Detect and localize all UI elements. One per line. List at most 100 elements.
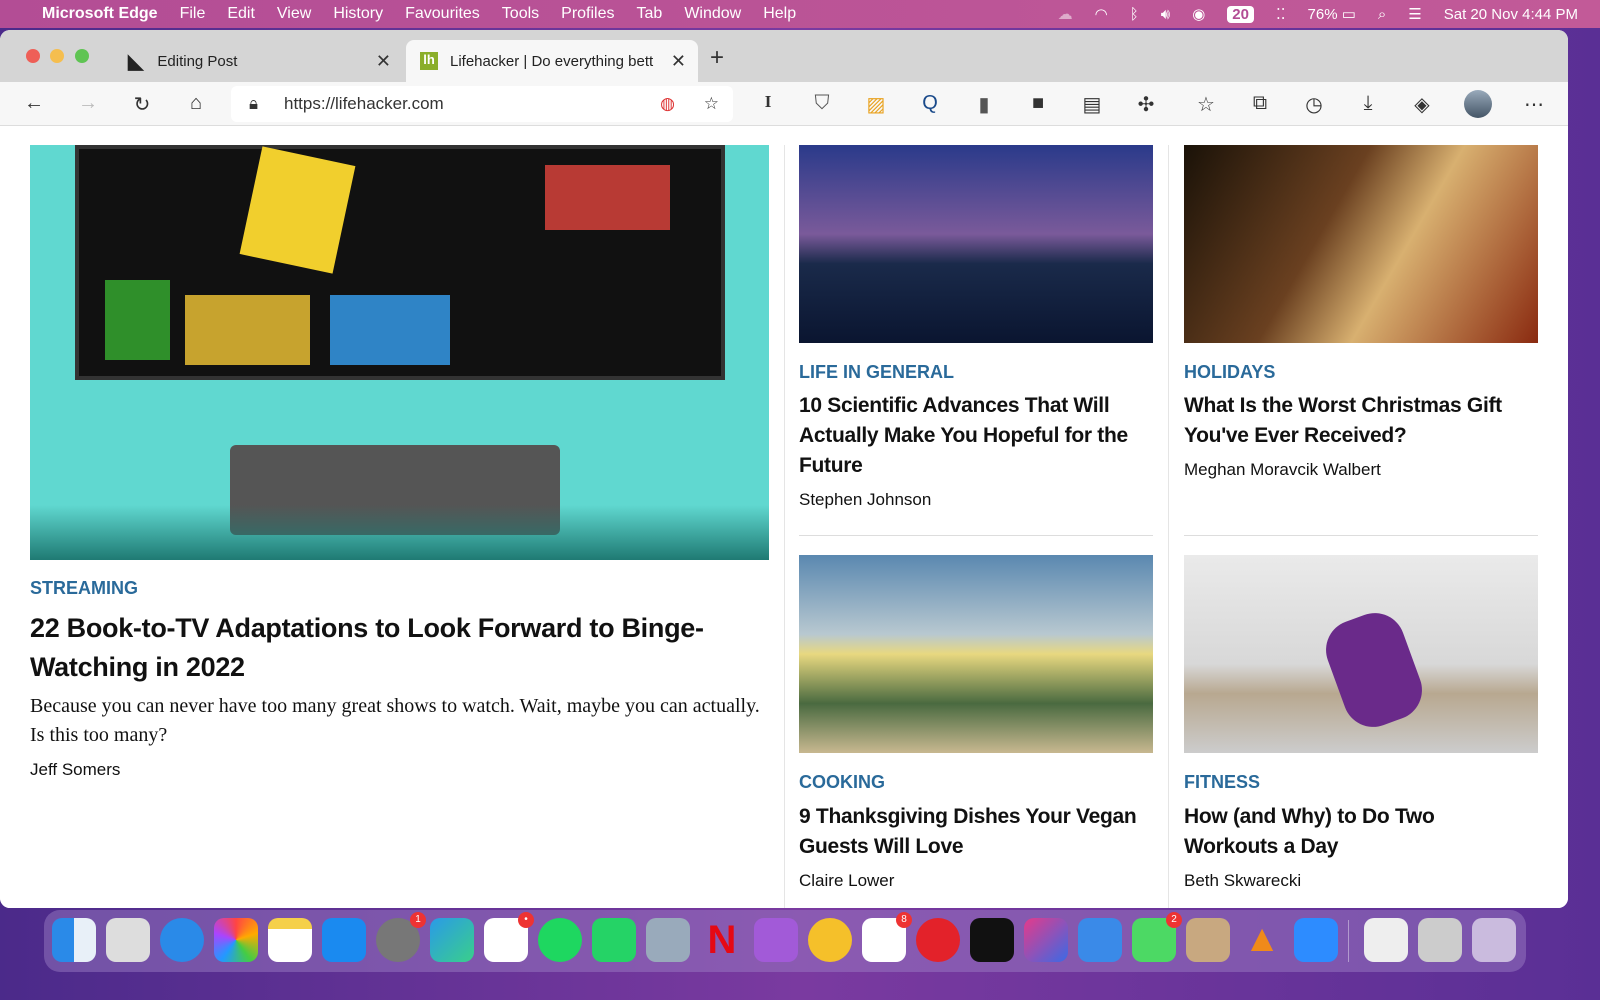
- superstar-icon[interactable]: [808, 918, 852, 962]
- slack-icon[interactable]: •: [484, 912, 534, 962]
- whatsapp-icon[interactable]: [592, 918, 636, 962]
- dots-icon[interactable]: ⁚⁚: [1276, 5, 1286, 23]
- bluetooth-icon[interactable]: ᛒ: [1130, 6, 1139, 23]
- back-icon[interactable]: ←: [22, 92, 46, 115]
- new-tab-button[interactable]: +: [710, 44, 724, 72]
- vlc-icon[interactable]: ▲: [1240, 918, 1284, 962]
- clock[interactable]: Sat 20 Nov 4:44 PM: [1444, 6, 1578, 23]
- close-tab-icon[interactable]: ✕: [376, 51, 391, 72]
- performance-icon[interactable]: ◈: [1410, 92, 1434, 117]
- article-headline[interactable]: How (and Why) to Do Two Workouts a Day: [1184, 802, 1534, 862]
- finder-icon[interactable]: [52, 918, 96, 962]
- article-headline[interactable]: What Is the Worst Christmas Gift You've …: [1184, 391, 1524, 451]
- bitwarden-icon[interactable]: ▮: [972, 92, 996, 117]
- menu-file[interactable]: File: [180, 5, 206, 23]
- edge-icon[interactable]: [430, 918, 474, 962]
- netflix-icon[interactable]: N: [700, 918, 744, 962]
- downloads-stack-icon[interactable]: [1364, 918, 1408, 962]
- menu-window[interactable]: Window: [684, 5, 741, 23]
- preview-icon[interactable]: [646, 918, 690, 962]
- color-picker-icon[interactable]: ▨: [864, 92, 888, 117]
- feedback-icon[interactable]: [754, 918, 798, 962]
- instapaper-icon[interactable]: I: [756, 92, 780, 112]
- user-icon[interactable]: ◉: [1192, 5, 1205, 23]
- article-author[interactable]: Claire Lower: [799, 871, 894, 891]
- battery-status[interactable]: 76% ▭: [1308, 5, 1356, 23]
- spotify-icon[interactable]: [538, 918, 582, 962]
- volume-icon[interactable]: 🔊︎: [1161, 6, 1170, 23]
- ublock-icon[interactable]: ⛉: [810, 92, 834, 115]
- search-extension-icon[interactable]: Q: [918, 92, 942, 115]
- article-category-link[interactable]: LIFE IN GENERAL: [799, 362, 954, 383]
- menu-tab[interactable]: Tab: [637, 5, 663, 23]
- messages-icon[interactable]: 2: [1132, 912, 1182, 962]
- xcode-tools-icon[interactable]: [1078, 918, 1122, 962]
- home-icon[interactable]: ⌂: [184, 92, 208, 115]
- favorites-icon[interactable]: ☆: [1194, 92, 1218, 117]
- search-icon[interactable]: ⌕: [1378, 6, 1386, 23]
- article-author[interactable]: Beth Skwarecki: [1184, 871, 1301, 891]
- article-author[interactable]: Meghan Moravcik Walbert: [1184, 460, 1381, 480]
- menu-view[interactable]: View: [277, 5, 311, 23]
- more-icon[interactable]: ⋯: [1522, 92, 1546, 117]
- cloud-icon[interactable]: ☁: [1058, 5, 1073, 23]
- control-center-icon[interactable]: ☰: [1408, 5, 1421, 23]
- close-window-button[interactable]: [26, 49, 40, 63]
- article-image-christmas[interactable]: [1184, 145, 1538, 343]
- article-image-fitness[interactable]: [1184, 555, 1538, 753]
- system-preferences-icon[interactable]: 1: [376, 912, 426, 962]
- close-tab-icon[interactable]: ✕: [671, 51, 686, 72]
- menu-tools[interactable]: Tools: [502, 5, 539, 23]
- wifi-icon[interactable]: ◠: [1095, 5, 1108, 23]
- article-headline[interactable]: 10 Scientific Advances That Will Actuall…: [799, 391, 1139, 481]
- notes-icon[interactable]: [268, 918, 312, 962]
- reminders-icon[interactable]: 8: [862, 912, 912, 962]
- article-image-science[interactable]: [799, 145, 1153, 343]
- opera-icon[interactable]: [916, 918, 960, 962]
- tab-editing-post[interactable]: ◣ Editing Post ✕: [118, 40, 403, 82]
- app-store-icon[interactable]: [322, 918, 366, 962]
- automator-icon[interactable]: [1186, 918, 1230, 962]
- featured-category-link[interactable]: STREAMING: [30, 578, 138, 599]
- calendar-badge[interactable]: 20: [1227, 5, 1254, 23]
- article-headline[interactable]: 9 Thanksgiving Dishes Your Vegan Guests …: [799, 802, 1139, 862]
- maximize-window-button[interactable]: [75, 49, 89, 63]
- featured-image[interactable]: [30, 145, 769, 560]
- safari-icon[interactable]: [160, 918, 204, 962]
- article-image-cooking[interactable]: [799, 555, 1153, 753]
- tab-lifehacker[interactable]: lh Lifehacker | Do everything bett ✕: [406, 40, 698, 82]
- article-category-link[interactable]: FITNESS: [1184, 772, 1260, 793]
- lock-extension-icon[interactable]: ■: [1026, 92, 1050, 115]
- zoom-icon[interactable]: [1294, 918, 1338, 962]
- menu-profiles[interactable]: Profiles: [561, 5, 614, 23]
- history-icon[interactable]: ◷: [1302, 92, 1326, 117]
- article-author[interactable]: Stephen Johnson: [799, 490, 931, 510]
- address-bar[interactable]: 🔒︎ https://lifehacker.com ◍ ☆: [231, 86, 733, 122]
- article-category-link[interactable]: COOKING: [799, 772, 885, 793]
- shortcuts-icon[interactable]: [1024, 918, 1068, 962]
- forward-icon[interactable]: →: [76, 92, 100, 115]
- reader-icon[interactable]: ▤: [1080, 92, 1104, 117]
- article-category-link[interactable]: HOLIDAYS: [1184, 362, 1275, 383]
- menu-help[interactable]: Help: [763, 5, 796, 23]
- refresh-icon[interactable]: ↻: [130, 92, 154, 117]
- launchpad-icon[interactable]: [106, 918, 150, 962]
- terminal-icon[interactable]: [970, 918, 1014, 962]
- tracking-prevention-icon[interactable]: ◍: [660, 94, 675, 114]
- documents-stack-icon[interactable]: [1418, 918, 1462, 962]
- add-favorite-icon[interactable]: ☆: [704, 94, 719, 114]
- menu-favourites[interactable]: Favourites: [405, 5, 480, 23]
- photos-icon[interactable]: [214, 918, 258, 962]
- downloads-icon[interactable]: ⤓: [1356, 92, 1380, 115]
- featured-author[interactable]: Jeff Somers: [30, 760, 120, 780]
- lock-icon[interactable]: 🔒︎: [249, 94, 258, 114]
- featured-headline[interactable]: 22 Book-to-TV Adaptations to Look Forwar…: [30, 609, 770, 687]
- collections-icon[interactable]: ⧉: [1248, 92, 1272, 115]
- extensions-icon[interactable]: ✣: [1134, 92, 1158, 117]
- profile-avatar[interactable]: [1464, 90, 1492, 118]
- trash-icon[interactable]: [1472, 918, 1516, 962]
- minimize-window-button[interactable]: [50, 49, 64, 63]
- menu-history[interactable]: History: [333, 5, 383, 23]
- menu-app-name[interactable]: Microsoft Edge: [42, 5, 158, 23]
- menu-edit[interactable]: Edit: [227, 5, 255, 23]
